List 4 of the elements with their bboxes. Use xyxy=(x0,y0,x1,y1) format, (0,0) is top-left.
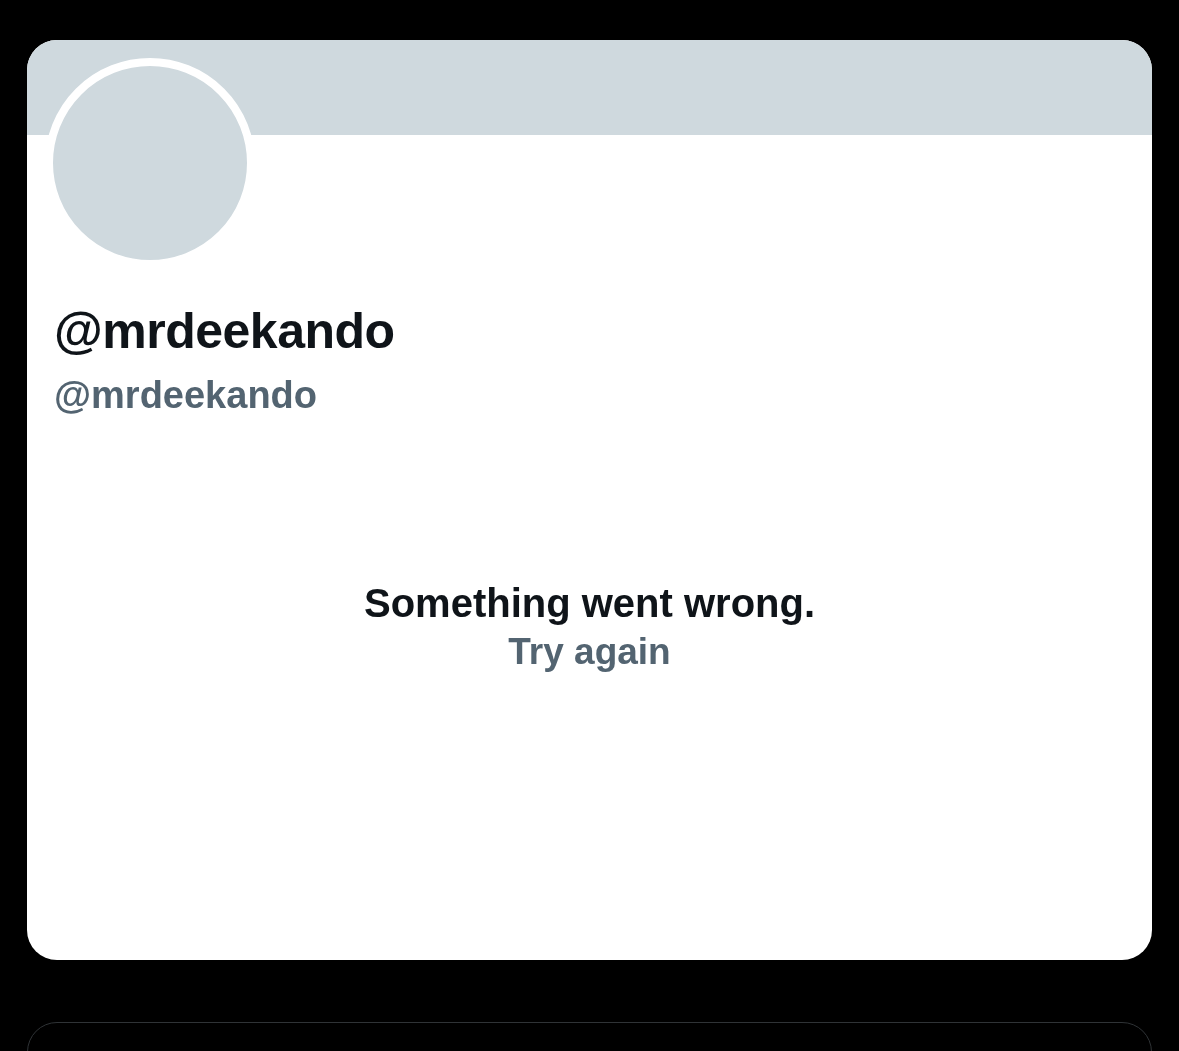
username: @mrdeekando xyxy=(54,373,318,418)
error-message: Something went wrong. xyxy=(363,580,816,627)
display-name: @mrdeekando xyxy=(54,302,396,360)
try-again-link[interactable]: Try again xyxy=(508,628,671,676)
